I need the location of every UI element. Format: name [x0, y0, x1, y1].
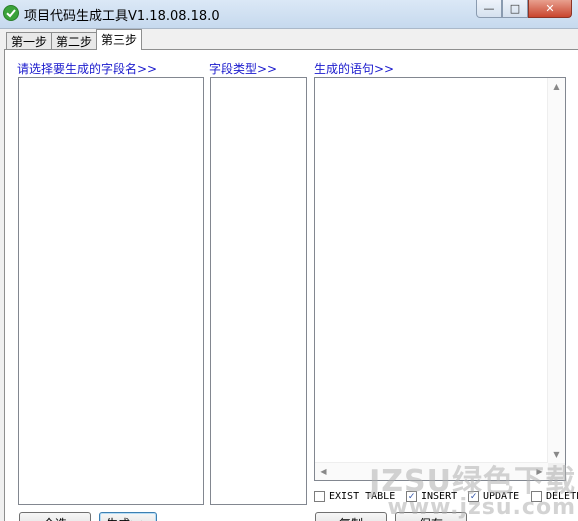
select-all-button[interactable]: 全选: [19, 512, 91, 521]
window-title: 项目代码生成工具V1.18.08.18.0: [24, 9, 220, 24]
minimize-icon: —: [483, 2, 495, 15]
maximize-button[interactable]: □: [502, 0, 528, 18]
title-bar[interactable]: 项目代码生成工具V1.18.08.18.0 — □ ✕: [0, 0, 578, 29]
field-name-listbox[interactable]: [18, 77, 204, 505]
tab-step1[interactable]: 第一步: [6, 32, 53, 50]
generate-button[interactable]: 生成>>: [99, 512, 157, 521]
watermark-url: www.jzsu.com: [387, 495, 576, 520]
step3-panel: 请选择要生成的字段名>> 字段类型>> 生成的语句>> ▲ ▼ ◀ ▶ EXIS…: [4, 49, 578, 521]
watermark: JZSU绿色下载 www.jzsu.com: [369, 467, 576, 519]
maximize-icon: □: [509, 2, 521, 15]
field-list-label: 请选择要生成的字段名>>: [17, 62, 158, 76]
tab-step3[interactable]: 第三步: [96, 29, 143, 50]
field-type-listbox[interactable]: [210, 77, 307, 505]
minimize-button[interactable]: —: [476, 0, 502, 18]
statement-label: 生成的语句>>: [314, 62, 395, 76]
watermark-brand: JZSU绿色下载: [369, 464, 576, 499]
scroll-left-icon[interactable]: ◀: [315, 463, 332, 480]
scroll-down-icon[interactable]: ▼: [548, 446, 565, 463]
scroll-up-icon[interactable]: ▲: [548, 78, 565, 95]
tab-step2[interactable]: 第二步: [51, 32, 98, 50]
field-type-label: 字段类型>>: [209, 62, 278, 76]
window-controls: — □ ✕: [476, 0, 572, 20]
app-window: 项目代码生成工具V1.18.08.18.0 — □ ✕ 第一步 第二步 第三步 …: [0, 0, 578, 521]
tab-strip: 第一步 第二步 第三步: [6, 29, 143, 50]
app-check-icon: [3, 5, 19, 21]
checkbox-box: [314, 491, 325, 502]
close-button[interactable]: ✕: [528, 0, 572, 18]
statement-textarea[interactable]: ▲ ▼ ◀ ▶: [314, 77, 566, 481]
vertical-scrollbar[interactable]: ▲ ▼: [547, 78, 565, 463]
close-icon: ✕: [545, 2, 555, 15]
